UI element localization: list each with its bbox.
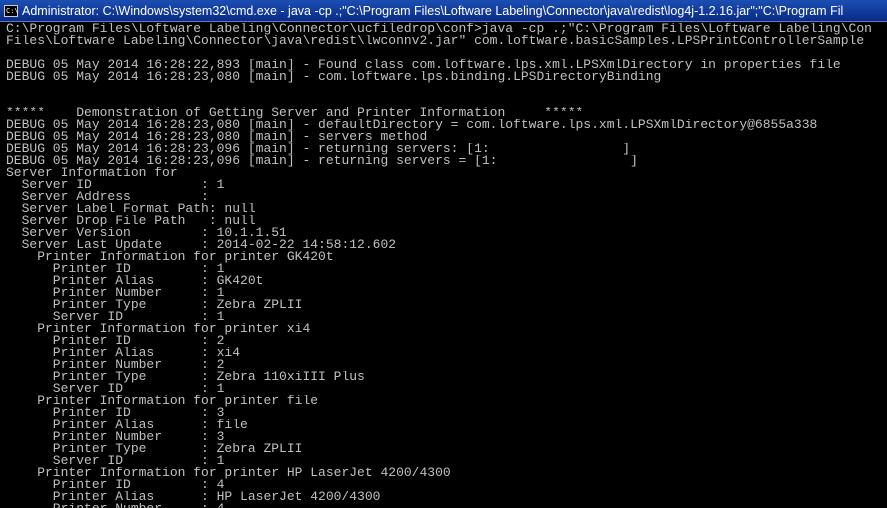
console-line: Files\Loftware Labeling\Connector\java\r… (6, 35, 865, 47)
console-line: Printer Type : Zebra ZPLII (6, 443, 303, 455)
console-line: Printer Number : 1 (6, 287, 225, 299)
console-line: Printer Information for printer GK420t (6, 251, 334, 263)
console-line: Server Drop File Path : null (6, 215, 256, 227)
console-line: DEBUG 05 May 2014 16:28:23,096 [main] - … (6, 155, 638, 167)
console-line: Server ID : 1 (6, 455, 225, 467)
console-line: DEBUG 05 May 2014 16:28:23,096 [main] - … (6, 143, 631, 155)
console-line: Printer ID : 4 (6, 479, 225, 491)
console-line: Server Label Format Path: null (6, 203, 256, 215)
console-line: Printer Number : 3 (6, 431, 225, 443)
console-line: Printer Type : Zebra ZPLII (6, 299, 303, 311)
console-line: Printer Type : Zebra 110xiIII Plus (6, 371, 365, 383)
console-line: Server ID : 1 (6, 383, 225, 395)
console-line: Server Information for (6, 167, 178, 179)
console-line: Printer ID : 1 (6, 263, 225, 275)
console-line: Printer Number : 2 (6, 359, 225, 371)
window-title: Administrator: C:\Windows\system32\cmd.e… (22, 3, 844, 18)
console-line: Server Version : 10.1.1.51 (6, 227, 287, 239)
console-output[interactable]: C:\Program Files\Loftware Labeling\Conne… (6, 23, 887, 508)
title-bar[interactable]: C:\ Administrator: C:\Windows\system32\c… (0, 0, 887, 22)
console-line: Printer Alias : file (6, 419, 248, 431)
console-line: Server ID : 1 (6, 179, 225, 191)
cmd-window: C:\ Administrator: C:\Windows\system32\c… (0, 0, 887, 508)
console-line: Printer Alias : GK420t (6, 275, 264, 287)
console-line: Printer Information for printer HP Laser… (6, 467, 451, 479)
console-line: Server Address : (6, 191, 209, 203)
console-line: DEBUG 05 May 2014 16:28:22,893 [main] - … (6, 59, 841, 71)
console-line: C:\Program Files\Loftware Labeling\Conne… (6, 23, 872, 35)
console-line: Printer Alias : HP LaserJet 4200/4300 (6, 491, 381, 503)
console-line: ***** Demonstration of Getting Server an… (6, 107, 584, 119)
console-line: Printer Alias : xi4 (6, 347, 241, 359)
console-line: DEBUG 05 May 2014 16:28:23,080 [main] - … (6, 131, 428, 143)
console-line: Server ID : 1 (6, 311, 225, 323)
console-line: Server Last Update : 2014-02-22 14:58:12… (6, 239, 397, 251)
console-line: DEBUG 05 May 2014 16:28:23,080 [main] - … (6, 119, 818, 131)
console-line: Printer Number : 4 (6, 503, 887, 508)
console-line: Printer Information for printer xi4 (6, 323, 311, 335)
console-line: Printer Information for printer file (6, 395, 319, 407)
cmd-console-icon[interactable]: C:\ (4, 4, 19, 17)
console-line: DEBUG 05 May 2014 16:28:23,080 [main] - … (6, 71, 662, 83)
console-line: Printer ID : 3 (6, 407, 225, 419)
console-line: Printer ID : 2 (6, 335, 225, 347)
